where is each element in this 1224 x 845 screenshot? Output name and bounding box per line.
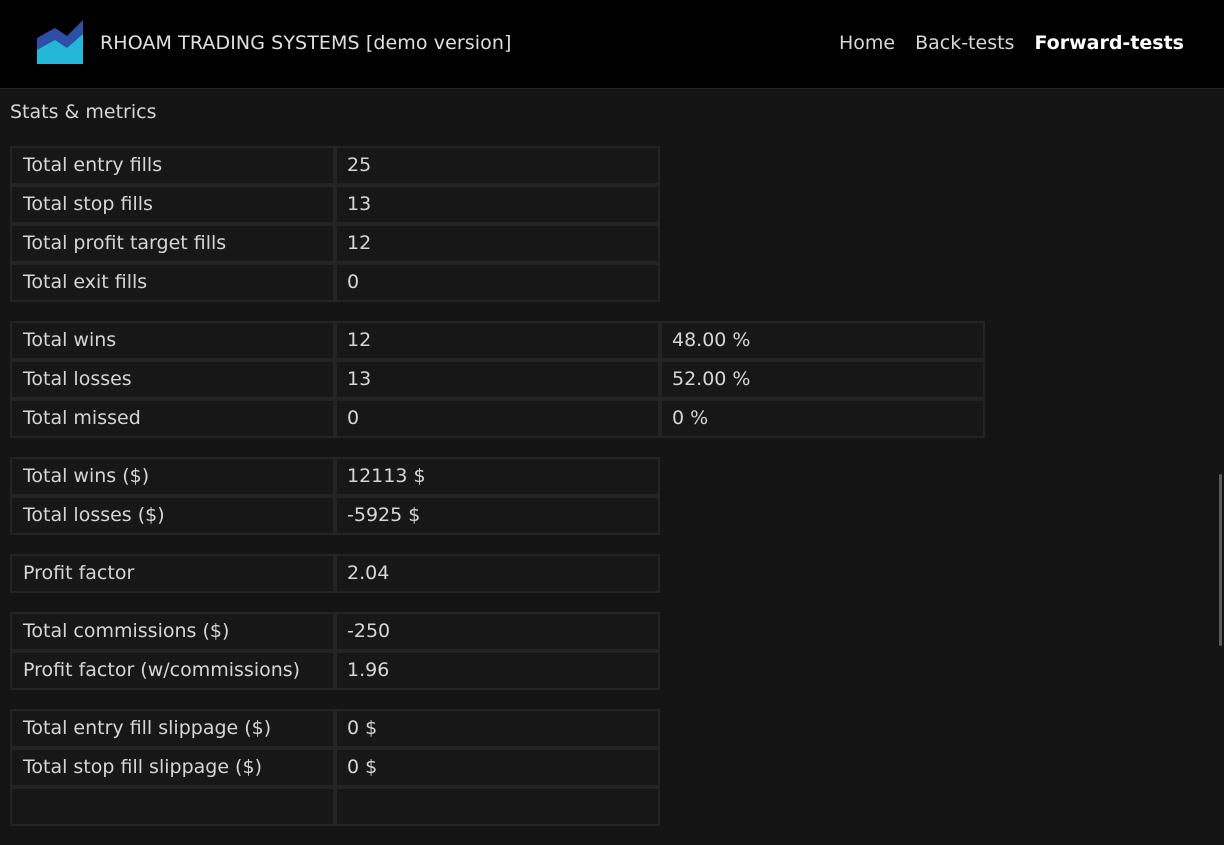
stat-label	[10, 787, 335, 826]
stats-group: Total commissions ($) -250 Profit factor (…	[10, 612, 985, 690]
stat-label: Total losses ($)	[10, 496, 335, 535]
stats-row: Total entry fill slippage ($) 0 $	[10, 709, 985, 748]
stat-value: 12113 $	[335, 457, 660, 496]
nav-forward-tests[interactable]: Forward-tests	[1034, 32, 1184, 54]
stat-value: 2.04	[335, 554, 660, 593]
stat-label: Total stop fill slippage ($)	[10, 748, 335, 787]
nav-home[interactable]: Home	[839, 32, 895, 54]
stat-value: 0 $	[335, 748, 660, 787]
stat-label: Total entry fill slippage ($)	[10, 709, 335, 748]
stat-label: Total commissions ($)	[10, 612, 335, 651]
stat-value: 12	[335, 321, 660, 360]
stats-group: Total entry fill slippage ($) 0 $ Total st…	[10, 709, 985, 826]
stats-row: Profit factor 2.04	[10, 554, 985, 593]
stat-label: Total losses	[10, 360, 335, 399]
stat-value: -5925 $	[335, 496, 660, 535]
stat-label: Total missed	[10, 399, 335, 438]
stat-value: -250	[335, 612, 660, 651]
stat-value: 25	[335, 146, 660, 185]
stats-row: Total entry fills 25	[10, 146, 985, 185]
nav-back-tests[interactable]: Back-tests	[915, 32, 1014, 54]
stat-percentage: 52.00 %	[660, 360, 985, 399]
stats-row: Total wins 12 48.00 %	[10, 321, 985, 360]
stats-row: Total stop fills 13	[10, 185, 985, 224]
stats-row: Total losses 13 52.00 %	[10, 360, 985, 399]
stat-label: Profit factor	[10, 554, 335, 593]
stat-label: Total wins	[10, 321, 335, 360]
stats-group: Profit factor 2.04	[10, 554, 985, 593]
stat-label: Total wins ($)	[10, 457, 335, 496]
stats-row: Total wins ($) 12113 $	[10, 457, 985, 496]
stat-value	[335, 787, 660, 826]
main-nav: Home Back-tests Forward-tests	[839, 32, 1184, 54]
stats-tables: Total entry fills 25 Total stop fills 13 Tot…	[10, 146, 985, 845]
stat-percentage: 0 %	[660, 399, 985, 438]
section-title: Stats & metrics	[10, 101, 157, 123]
brand-logo-icon[interactable]	[37, 20, 83, 64]
stat-label: Profit factor (w/commissions)	[10, 651, 335, 690]
stat-percentage: 48.00 %	[660, 321, 985, 360]
stats-row: Total profit target fills 12	[10, 224, 985, 263]
stat-value: 1.96	[335, 651, 660, 690]
stats-group: Total wins ($) 12113 $ Total losses ($) -59…	[10, 457, 985, 535]
stats-row: Total losses ($) -5925 $	[10, 496, 985, 535]
stat-value: 0 $	[335, 709, 660, 748]
top-navbar: RHOAM TRADING SYSTEMS [demo version] Hom…	[0, 0, 1224, 89]
stats-group: Total wins 12 48.00 % Total losses 13 52.00 %…	[10, 321, 985, 438]
stat-value: 12	[335, 224, 660, 263]
stats-row: Total exit fills 0	[10, 263, 985, 302]
stats-row: Total commissions ($) -250	[10, 612, 985, 651]
stat-label: Total stop fills	[10, 185, 335, 224]
scrollbar-thumb[interactable]	[1219, 474, 1222, 646]
stat-label: Total entry fills	[10, 146, 335, 185]
stats-row: Total missed 0 0 %	[10, 399, 985, 438]
stat-value: 13	[335, 185, 660, 224]
stats-row	[10, 787, 985, 826]
stat-value: 0	[335, 399, 660, 438]
stats-row: Total stop fill slippage ($) 0 $	[10, 748, 985, 787]
stats-group: Total entry fills 25 Total stop fills 13 Tot…	[10, 146, 985, 302]
stat-value: 0	[335, 263, 660, 302]
stat-label: Total exit fills	[10, 263, 335, 302]
stat-value: 13	[335, 360, 660, 399]
stat-label: Total profit target fills	[10, 224, 335, 263]
brand-title[interactable]: RHOAM TRADING SYSTEMS [demo version]	[100, 32, 512, 54]
stats-row: Profit factor (w/commissions) 1.96	[10, 651, 985, 690]
